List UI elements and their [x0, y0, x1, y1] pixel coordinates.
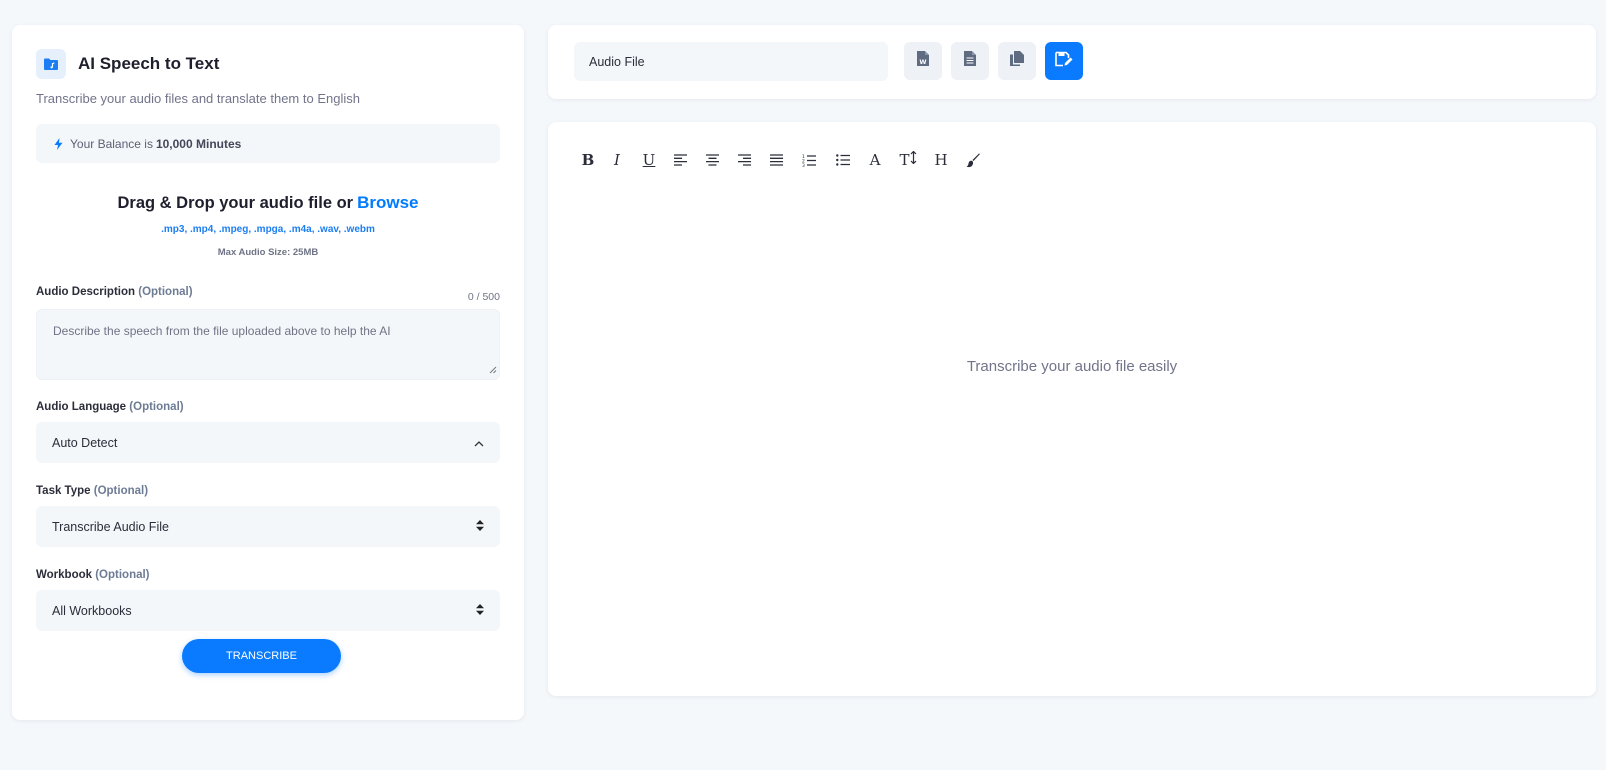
- underline-button[interactable]: U: [634, 146, 664, 174]
- save-icon: [1055, 51, 1073, 72]
- transcribe-form-panel: AI Speech to Text Transcribe your audio …: [12, 25, 524, 720]
- copy-icon: [1009, 50, 1025, 72]
- optional-tag: (Optional): [129, 401, 184, 413]
- paint-brush-icon[interactable]: [956, 146, 990, 174]
- svg-text:W: W: [919, 58, 926, 66]
- italic-button[interactable]: I: [600, 146, 634, 174]
- sort-caret-icon: [476, 519, 484, 534]
- dropzone[interactable]: Drag & Drop your audio file or Browse: [36, 193, 500, 213]
- supported-formats: .mp3, .mp4, .mpeg, .mpga, .m4a, .wav, .w…: [161, 224, 375, 235]
- word-document-icon: W: [916, 50, 930, 72]
- editor-toolbar: B I U 1 2 3 A T H: [576, 146, 990, 174]
- workbook-label: Workbook (Optional): [36, 569, 150, 581]
- file-name-field[interactable]: Audio File: [574, 42, 888, 81]
- description-textarea[interactable]: Describe the speech from the file upload…: [36, 309, 500, 380]
- save-button[interactable]: [1045, 42, 1083, 80]
- music-folder-icon: [36, 49, 66, 79]
- bullet-list-icon[interactable]: [826, 146, 860, 174]
- font-color-button[interactable]: A: [860, 146, 890, 174]
- balance-banner: Your Balance is 10,000 Minutes: [36, 124, 500, 163]
- dropzone-title: Drag & Drop your audio file or: [117, 194, 354, 212]
- description-placeholder: Describe the speech from the file upload…: [53, 324, 391, 338]
- editor-placeholder: Transcribe your audio file easily: [966, 358, 1178, 375]
- download-word-button[interactable]: W: [904, 42, 942, 80]
- task-type-select[interactable]: Transcribe Audio File: [36, 506, 500, 547]
- optional-tag: (Optional): [138, 286, 193, 298]
- app-subtitle: Transcribe your audio files and translat…: [36, 91, 360, 106]
- app-header: AI Speech to Text: [36, 49, 219, 79]
- browse-link[interactable]: Browse: [357, 193, 418, 212]
- download-text-button[interactable]: [951, 42, 989, 80]
- bold-button[interactable]: B: [576, 146, 600, 174]
- optional-tag: (Optional): [95, 569, 150, 581]
- balance-prefix: Your Balance is: [70, 136, 153, 151]
- text-document-icon: [963, 50, 977, 72]
- font-size-button[interactable]: T: [890, 146, 926, 174]
- svg-text:3: 3: [802, 163, 805, 167]
- language-select[interactable]: Auto Detect: [36, 422, 500, 463]
- description-label: Audio Description (Optional): [36, 286, 193, 298]
- char-counter: 0 / 500: [467, 291, 500, 303]
- align-left-icon[interactable]: [664, 146, 696, 174]
- app-title: AI Speech to Text: [78, 54, 220, 73]
- transcribe-button[interactable]: TRANSCRIBE: [182, 639, 341, 673]
- chevron-up-icon: [474, 436, 484, 450]
- transcript-editor[interactable]: B I U 1 2 3 A T H Transcribe your audio …: [548, 122, 1596, 696]
- file-name-value: Audio File: [589, 54, 645, 69]
- workbook-value: All Workbooks: [52, 603, 132, 618]
- task-type-label: Task Type (Optional): [36, 485, 149, 497]
- align-center-icon[interactable]: [696, 146, 728, 174]
- optional-tag: (Optional): [93, 485, 149, 497]
- language-label: Audio Language (Optional): [36, 401, 184, 413]
- resize-handle-icon[interactable]: [489, 363, 497, 377]
- workbook-select[interactable]: All Workbooks: [36, 590, 500, 631]
- language-value: Auto Detect: [52, 435, 118, 450]
- result-top-bar: Audio File W: [548, 25, 1596, 99]
- vertical-arrows-icon: [910, 150, 917, 169]
- sort-caret-icon: [476, 603, 484, 618]
- heading-button[interactable]: H: [926, 146, 956, 174]
- align-right-icon[interactable]: [728, 146, 760, 174]
- font-size-label: T: [899, 151, 910, 169]
- balance-value: 10,000 Minutes: [155, 136, 242, 151]
- ordered-list-icon[interactable]: 1 2 3: [792, 146, 826, 174]
- max-size-note: Max Audio Size: 25MB: [217, 247, 319, 258]
- lightning-icon: [54, 137, 63, 150]
- align-justify-icon[interactable]: [760, 146, 792, 174]
- copy-button[interactable]: [998, 42, 1036, 80]
- task-type-value: Transcribe Audio File: [52, 519, 169, 534]
